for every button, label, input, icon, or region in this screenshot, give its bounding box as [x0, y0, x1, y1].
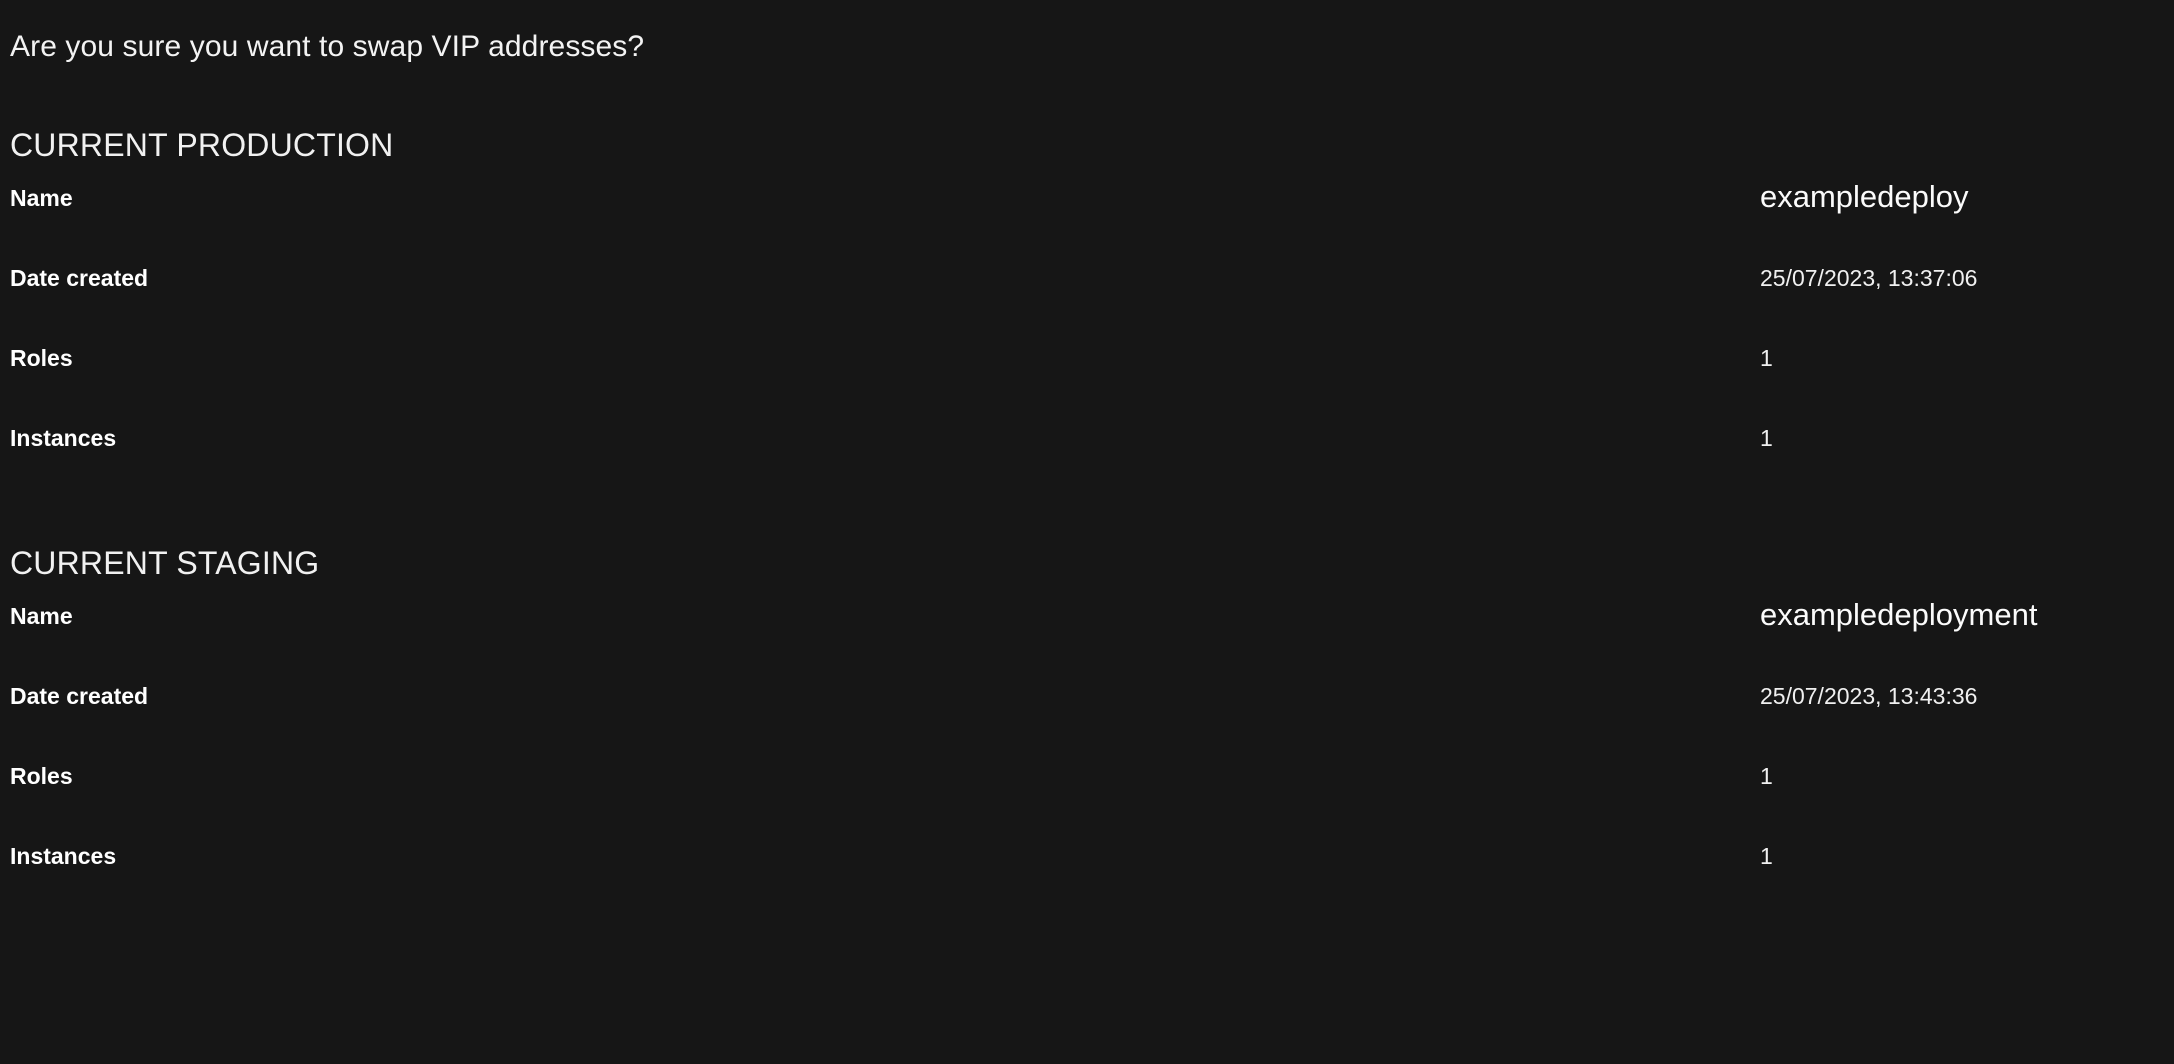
table-row: Date created 25/07/2023, 13:37:06 — [0, 263, 2174, 343]
staging-instances-value: 1 — [1760, 843, 1773, 869]
table-row: Roles 1 — [0, 343, 2174, 423]
staging-name-value: exampledeployment — [1760, 597, 2038, 632]
production-roles-value: 1 — [1760, 345, 1773, 371]
swap-vip-confirmation-dialog: Are you sure you want to swap VIP addres… — [0, 0, 2174, 1064]
staging-date-created-label: Date created — [10, 683, 149, 709]
confirmation-question: Are you sure you want to swap VIP addres… — [10, 30, 645, 63]
table-row: Instances 1 — [0, 423, 2174, 503]
production-name-label: Name — [10, 185, 73, 211]
production-name-value: exampledeploy — [1760, 179, 1969, 214]
production-detail-list: Name exampledeploy Date created 25/07/20… — [0, 179, 2174, 503]
staging-name-label: Name — [10, 603, 73, 629]
staging-date-created-value: 25/07/2023, 13:43:36 — [1760, 683, 1978, 709]
production-instances-value: 1 — [1760, 425, 1773, 451]
staging-detail-list: Name exampledeployment Date created 25/0… — [0, 597, 2174, 921]
production-date-created-label: Date created — [10, 265, 149, 291]
section-heading-current-production: CURRENT PRODUCTION — [10, 127, 394, 163]
production-roles-label: Roles — [10, 345, 73, 371]
production-date-created-value: 25/07/2023, 13:37:06 — [1760, 265, 1978, 291]
table-row: Roles 1 — [0, 761, 2174, 841]
staging-instances-label: Instances — [10, 843, 117, 869]
table-row: Name exampledeployment — [0, 597, 2174, 681]
production-instances-label: Instances — [10, 425, 117, 451]
table-row: Date created 25/07/2023, 13:43:36 — [0, 681, 2174, 761]
staging-roles-value: 1 — [1760, 763, 1773, 789]
table-row: Instances 1 — [0, 841, 2174, 921]
table-row: Name exampledeploy — [0, 179, 2174, 263]
section-heading-current-staging: CURRENT STAGING — [10, 545, 320, 581]
staging-roles-label: Roles — [10, 763, 73, 789]
